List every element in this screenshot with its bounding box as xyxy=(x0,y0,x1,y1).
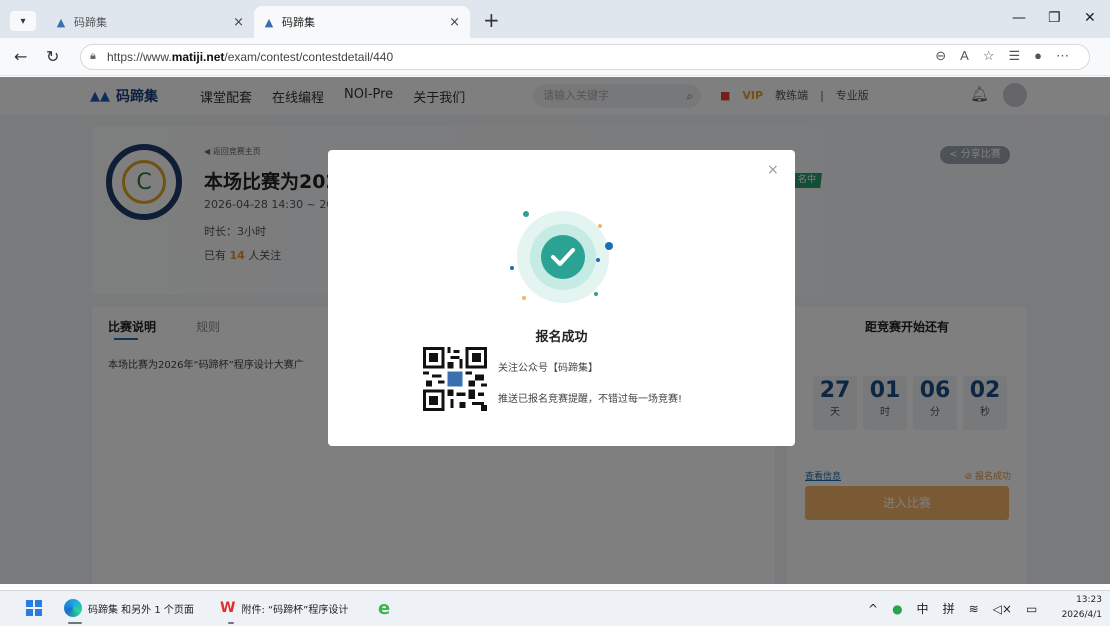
reminder-text: 推送已报名竞赛提醒，不错过每一场竞赛! xyxy=(498,394,683,405)
zoom-icon[interactable]: ⊖ xyxy=(935,48,946,64)
taskbar-edge[interactable]: 码蹄集 和另外 1 个页面 xyxy=(64,591,194,625)
url-domain: matiji.net xyxy=(171,50,225,64)
taskbar-ie[interactable]: e xyxy=(378,591,390,625)
site-favicon-icon: ▲ xyxy=(264,15,274,29)
close-window-icon[interactable]: ✕ xyxy=(1084,10,1096,26)
close-icon[interactable]: × xyxy=(767,162,779,178)
lock-icon: 🔒︎ xyxy=(90,50,96,62)
tab-title: 码蹄集 xyxy=(282,16,315,29)
url-prefix: https://www. xyxy=(107,50,172,64)
back-arrow-icon[interactable]: ← xyxy=(14,47,27,66)
url-field[interactable]: 🔒︎ https://www. matiji.net/exam/contest/c… xyxy=(80,44,1090,70)
system-tray: ^ ● 中 拼 ≋ ◁× ▭ xyxy=(868,600,1037,617)
reload-icon[interactable]: ↻ xyxy=(46,47,59,66)
new-tab-button[interactable]: + xyxy=(483,8,500,32)
wps-icon: W xyxy=(220,600,236,616)
registration-success-modal: × 报名成功 关注公众号【码蹄集】 推送已报名竞赛提醒，不错过每一场竞赛! xyxy=(328,150,795,446)
taskbar-wps-label: 附件: “码蹄杯”程序设计 xyxy=(241,604,349,616)
favorite-star-icon[interactable]: ☆ xyxy=(983,48,995,64)
browser-tab-bar: ▾ ▲ 码蹄集 × ▲ 码蹄集 × + — ❐ ✕ xyxy=(0,0,1110,38)
taskbar: 码蹄集 和另外 1 个页面 W 附件: “码蹄杯”程序设计 e ^ ● 中 拼 … xyxy=(0,590,1110,626)
qr-code xyxy=(423,347,487,411)
read-aloud-icon[interactable]: A xyxy=(960,48,969,64)
ime-mode[interactable]: 中 xyxy=(917,600,929,617)
edge-icon xyxy=(64,599,82,617)
restore-icon[interactable]: ❐ xyxy=(1048,10,1061,26)
tab-title: 码蹄集 xyxy=(74,16,107,29)
clock-date: 2026/4/1 xyxy=(1061,610,1102,620)
taskbar-wps[interactable]: W 附件: “码蹄杯”程序设计 xyxy=(220,591,348,625)
follow-account-text: 关注公众号【码蹄集】 xyxy=(498,363,598,374)
active-app-indicator xyxy=(68,622,82,624)
close-tab-icon[interactable]: × xyxy=(449,15,460,30)
minimize-icon[interactable]: — xyxy=(1012,10,1026,26)
running-app-indicator xyxy=(228,622,234,624)
browser-tab-2[interactable]: ▲ 码蹄集 × xyxy=(254,6,470,38)
close-tab-icon[interactable]: × xyxy=(233,15,244,30)
taskbar-edge-label: 码蹄集 和另外 1 个页面 xyxy=(88,604,194,616)
address-actions: ⊖ A ☆ ☰ ● ⋯ xyxy=(935,48,1069,64)
app-tray-icon[interactable]: ● xyxy=(892,602,902,616)
profile-icon[interactable]: ● xyxy=(1034,48,1042,64)
clock-time: 13:23 xyxy=(1076,595,1102,605)
windows-start-icon[interactable] xyxy=(26,600,42,616)
url-path: /exam/contest/contestdetail/440 xyxy=(224,50,394,64)
wifi-icon[interactable]: ≋ xyxy=(969,602,979,616)
tab-actions-menu[interactable]: ▾ xyxy=(10,11,36,31)
browser-tab-1[interactable]: ▲ 码蹄集 × xyxy=(46,6,254,38)
address-toolbar: ← ↻ 🔒︎ https://www. matiji.net/exam/conte… xyxy=(0,38,1110,76)
success-check-icon xyxy=(510,211,613,303)
modal-title: 报名成功 xyxy=(535,330,588,345)
favorites-icon[interactable]: ☰ xyxy=(1008,48,1020,64)
ie-icon: e xyxy=(378,597,391,619)
chevron-up-icon[interactable]: ^ xyxy=(868,602,878,616)
site-favicon-icon: ▲ xyxy=(56,15,66,29)
more-icon[interactable]: ⋯ xyxy=(1056,48,1069,64)
volume-icon[interactable]: ◁× xyxy=(993,602,1012,616)
ime-pinyin[interactable]: 拼 xyxy=(943,600,955,617)
battery-icon[interactable]: ▭ xyxy=(1026,602,1037,616)
clock[interactable]: 13:23 2026/4/1 xyxy=(1062,593,1102,623)
